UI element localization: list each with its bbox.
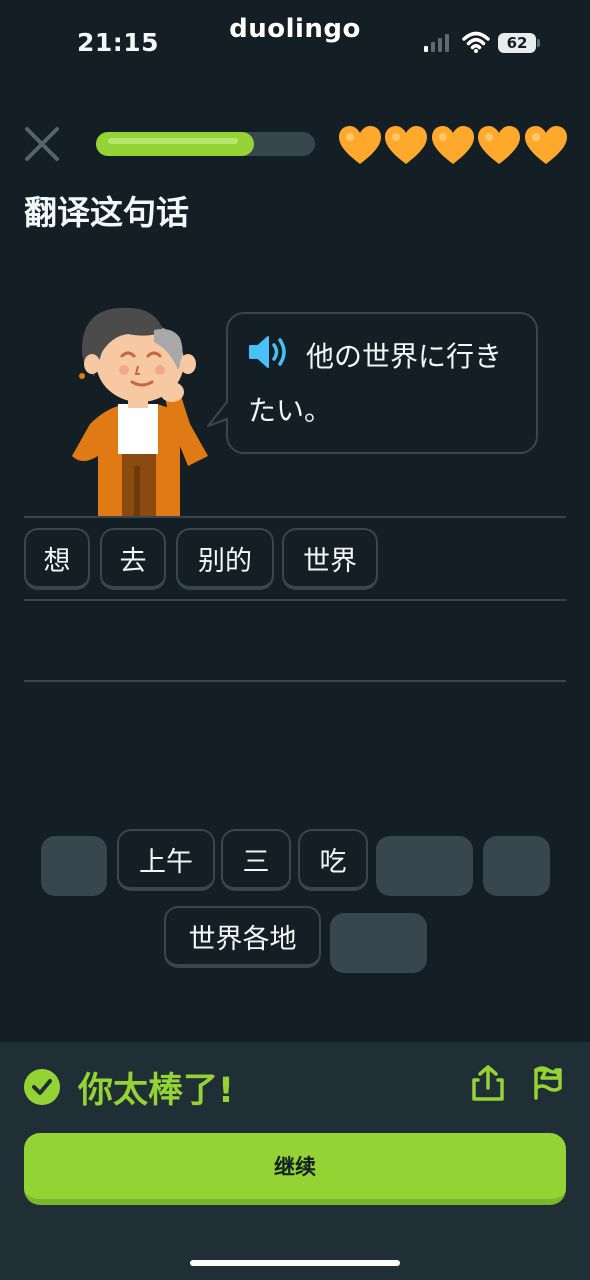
answer-line-3	[24, 680, 566, 682]
progress-fill	[96, 132, 254, 156]
word-bank-tile[interactable]: 吃	[298, 829, 368, 891]
heart-icon	[385, 126, 427, 164]
flag-icon[interactable]	[530, 1066, 564, 1100]
word-bank-empty-slot	[41, 836, 107, 896]
continue-button[interactable]: 继续	[24, 1133, 566, 1205]
wifi-icon	[462, 31, 490, 53]
answer-tile[interactable]: 别的	[176, 528, 274, 590]
answer-tile[interactable]: 世界	[282, 528, 378, 590]
word-bank-empty-slot	[376, 836, 473, 896]
word-bank-tile[interactable]: 上午	[117, 829, 215, 891]
prompt-sentence[interactable]: 他の世界に行きたい。	[248, 330, 528, 438]
close-icon[interactable]	[24, 126, 60, 162]
word-bank-empty-slot	[330, 913, 427, 973]
word-bank-tile[interactable]: 三	[221, 829, 291, 891]
character-illustration	[72, 307, 208, 518]
battery-indicator: 62	[498, 33, 536, 53]
answer-line-1	[24, 516, 566, 518]
word-bank-tile[interactable]: 世界各地	[164, 906, 321, 968]
share-icon[interactable]	[470, 1064, 506, 1102]
answer-tile[interactable]: 想	[24, 528, 90, 590]
battery-tip	[537, 39, 540, 47]
word-bank-empty-slot	[483, 836, 550, 896]
home-indicator	[190, 1260, 400, 1266]
cellular-signal-icon	[424, 34, 449, 52]
answer-tile[interactable]: 去	[100, 528, 166, 590]
speech-bubble-tail	[207, 398, 232, 427]
answer-line-2	[24, 599, 566, 601]
heart-icon	[525, 126, 567, 164]
heart-icon	[339, 126, 381, 164]
feedback-message: 你太棒了!	[78, 1071, 234, 1111]
heart-icon	[478, 126, 520, 164]
heart-icon	[432, 126, 474, 164]
lesson-progress-bar	[96, 132, 315, 156]
page-title: 翻译这句话	[24, 193, 189, 232]
progress-shine	[108, 138, 238, 144]
check-circle-icon	[24, 1069, 60, 1105]
